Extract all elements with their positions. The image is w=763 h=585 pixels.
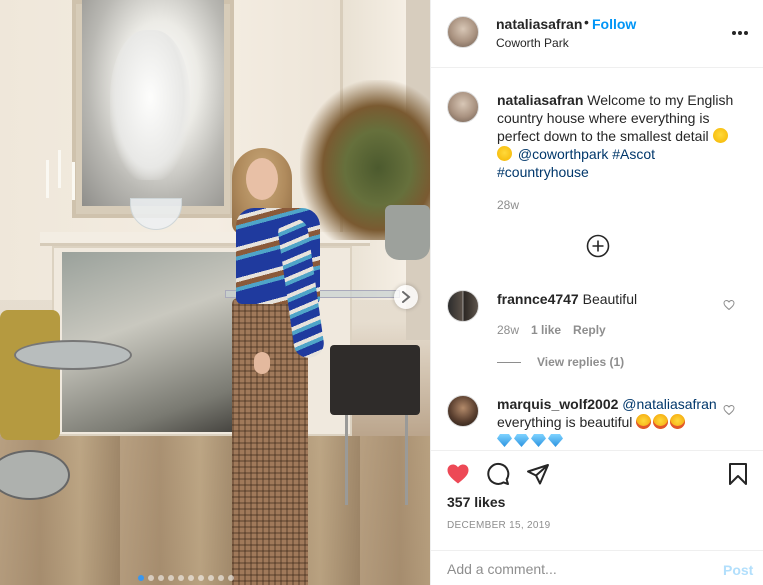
heart-outline-icon[interactable] — [723, 299, 735, 311]
carousel-next-button[interactable] — [394, 285, 418, 309]
rolling-laughing-emoji — [497, 146, 512, 161]
heart-eyes-emoji — [636, 414, 652, 429]
carousel-dot — [168, 575, 174, 581]
header-separator: • — [584, 14, 589, 30]
heart-eyes-emoji — [670, 414, 686, 429]
gem-emoji — [497, 434, 512, 447]
horse-figure — [110, 30, 190, 180]
carousel-dots — [138, 575, 234, 581]
carousel-dot — [198, 575, 204, 581]
location-link[interactable]: Coworth Park — [496, 36, 569, 50]
bookmark-icon[interactable] — [726, 462, 750, 486]
caption-username[interactable]: nataliasafran — [497, 92, 583, 108]
add-comment-bar: Post — [431, 550, 763, 585]
heart-outline-icon[interactable] — [723, 404, 735, 416]
comment-text: Beautiful — [582, 291, 638, 307]
hashtag-link[interactable]: #countryhouse — [497, 164, 589, 180]
caption: nataliasafran Welcome to my English coun… — [497, 91, 747, 181]
paper-plane-icon[interactable] — [526, 462, 550, 486]
comment-age[interactable]: 28w — [497, 323, 519, 337]
post-button[interactable]: Post — [723, 562, 753, 578]
stool-leg — [405, 415, 408, 505]
mention-link[interactable]: @coworthpark — [518, 146, 608, 162]
carousel-dot — [208, 575, 214, 581]
wood-floor — [0, 436, 430, 585]
bar-stool — [330, 345, 420, 415]
post-header: nataliasafran • Follow Coworth Park — [431, 0, 763, 68]
action-bar: 357 likes DECEMBER 15, 2019 — [431, 450, 763, 550]
view-replies-label: View replies (1) — [537, 355, 625, 369]
carousel-dot — [218, 575, 224, 581]
candle — [58, 150, 61, 188]
likes-count[interactable]: 357 likes — [447, 494, 505, 510]
commenter-avatar[interactable] — [447, 395, 479, 427]
caption-avatar[interactable] — [447, 91, 479, 123]
post-sidebar: nataliasafran • Follow Coworth Park nata… — [430, 0, 763, 585]
chevron-right-icon — [402, 291, 411, 303]
follow-button[interactable]: Follow — [592, 16, 636, 32]
plus-circle-icon[interactable] — [586, 234, 610, 258]
carousel-dot — [228, 575, 234, 581]
carousel-dot — [188, 575, 194, 581]
candle — [46, 160, 49, 198]
comments-section: nataliasafran Welcome to my English coun… — [431, 69, 763, 449]
more-options-icon[interactable] — [731, 24, 749, 42]
reply-button[interactable]: Reply — [573, 323, 606, 337]
vase — [385, 205, 430, 260]
comment-meta: 28w 1 like Reply — [497, 323, 606, 337]
header-username[interactable]: nataliasafran — [496, 16, 582, 32]
laughing-emoji — [712, 128, 728, 143]
mention-link[interactable]: @nataliasafran — [622, 396, 716, 412]
view-replies-button[interactable]: View replies (1) — [497, 355, 624, 369]
woman-hand — [254, 352, 270, 374]
comment: frannce4747 Beautiful — [497, 290, 722, 308]
comment-text: everything is beautiful — [497, 414, 633, 430]
heart-filled-icon[interactable] — [446, 462, 470, 486]
carousel-dot — [148, 575, 154, 581]
gem-emoji — [514, 434, 529, 447]
post-photo[interactable] — [0, 0, 430, 585]
comment: marquis_wolf2002 @nataliasafran everythi… — [497, 395, 722, 449]
armchair — [0, 310, 60, 440]
comment-likes[interactable]: 1 like — [531, 323, 561, 337]
comment-bubble-icon[interactable] — [486, 462, 510, 486]
carousel-dot — [178, 575, 184, 581]
comment-username[interactable]: frannce4747 — [497, 291, 579, 307]
carousel-dot — [138, 575, 144, 581]
candle — [72, 162, 75, 200]
stool-leg — [345, 415, 348, 505]
comment-username[interactable]: marquis_wolf2002 — [497, 396, 618, 412]
gem-emoji — [548, 434, 563, 447]
hashtag-link[interactable]: #Ascot — [612, 146, 655, 162]
avatar[interactable] — [447, 16, 479, 48]
round-table — [14, 340, 132, 370]
post-date: DECEMBER 15, 2019 — [447, 520, 551, 531]
carousel-dot — [158, 575, 164, 581]
caption-age[interactable]: 28w — [497, 198, 519, 212]
woman-face — [246, 158, 278, 200]
gem-emoji — [531, 434, 546, 447]
commenter-avatar[interactable] — [447, 290, 479, 322]
comment-input[interactable] — [447, 559, 697, 579]
heart-eyes-emoji — [653, 414, 669, 429]
